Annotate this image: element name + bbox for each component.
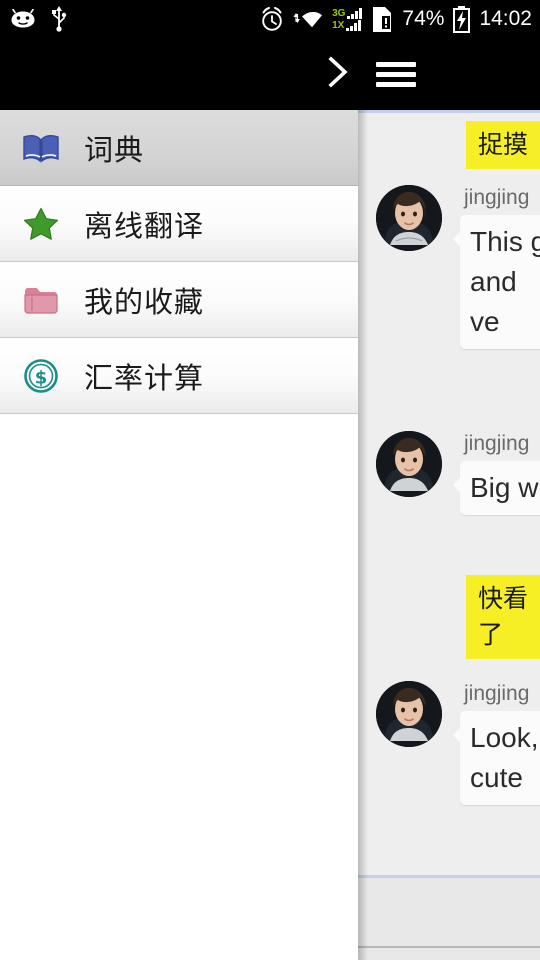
status-bar-left	[10, 6, 68, 32]
bubble-tail	[453, 477, 461, 493]
app-bar	[0, 38, 540, 110]
battery-charging-icon	[453, 5, 471, 33]
chat-bubble[interactable]: Look, cute	[460, 711, 540, 805]
signal-bars-icon: 3G 1X	[332, 7, 363, 31]
signal-bars-1x	[346, 19, 362, 31]
chevron-right-icon	[323, 52, 353, 97]
status-bar-right: 3G 1X 74% 14:02	[260, 5, 532, 33]
chat-message-body: jingjing Look, cute	[453, 681, 540, 805]
svg-text:$: $	[35, 367, 48, 388]
alarm-clock-icon	[260, 6, 284, 32]
chat-sender-name: jingjing	[464, 186, 530, 209]
dollar-circle-icon: $	[20, 355, 62, 397]
chat-bubble-wrap: Big w	[453, 461, 540, 515]
folder-icon	[20, 279, 62, 321]
signal-row-3g: 3G	[332, 7, 363, 19]
sidebar-item-offline-translation[interactable]: 离线翻译	[0, 186, 358, 262]
sidebar-item-favorites[interactable]: 我的收藏	[0, 262, 358, 338]
clock-label: 14:02	[479, 7, 532, 30]
signal-label-3g: 3G	[332, 7, 346, 19]
usb-icon	[50, 6, 68, 32]
hamburger-menu-icon	[376, 57, 416, 92]
sidebar-item-label: 汇率计算	[84, 360, 205, 395]
note-row[interactable]: 捉摸	[465, 121, 540, 169]
bubble-tail	[453, 727, 461, 743]
sidebar-item-label: 我的收藏	[84, 284, 205, 319]
note-bubble[interactable]: 快看 了	[465, 575, 540, 659]
expand-button[interactable]	[310, 38, 366, 110]
navigation-drawer: 词典 离线翻译 我的收藏 $ 汇率计算	[0, 110, 358, 960]
chat-bubble[interactable]: This g and ve	[460, 215, 540, 349]
chat-message-body: jingjing Big w	[453, 431, 540, 515]
note-bubble[interactable]: 捉摸	[465, 121, 540, 169]
sim-card-alert-icon	[371, 6, 393, 33]
chat-message-row[interactable]: jingjing Big w	[376, 431, 540, 515]
chat-message-body: jingjing This g and ve	[453, 185, 540, 349]
chat-sender-name: jingjing	[464, 682, 530, 705]
note-row[interactable]: 快看 了	[465, 575, 540, 659]
drawer-empty-area	[0, 414, 358, 960]
chat-bubble-wrap: Look, cute	[453, 711, 540, 805]
signal-row-1x: 1X	[332, 19, 362, 31]
bubble-tail	[453, 231, 461, 247]
android-head-icon	[10, 9, 36, 29]
sidebar-item-label: 离线翻译	[84, 208, 205, 243]
signal-bars-3g	[347, 7, 363, 19]
battery-percent-label: 74%	[402, 7, 445, 30]
menu-button[interactable]	[366, 38, 426, 110]
signal-label-1x: 1X	[332, 19, 345, 31]
drawer-menu-list: 词典 离线翻译 我的收藏 $ 汇率计算	[0, 110, 358, 414]
avatar[interactable]	[376, 185, 442, 251]
sidebar-item-dictionary[interactable]: 词典	[0, 110, 358, 186]
wifi-icon	[293, 7, 323, 31]
sidebar-item-exchange-rate[interactable]: $ 汇率计算	[0, 338, 358, 414]
chat-message-row[interactable]: jingjing Look, cute	[376, 681, 540, 805]
star-icon	[20, 203, 62, 245]
avatar[interactable]	[376, 681, 442, 747]
open-book-icon	[20, 127, 62, 169]
status-bar: 3G 1X 74% 14:02	[0, 0, 540, 38]
sidebar-item-label: 词典	[84, 132, 145, 167]
chat-bubble[interactable]: Big w	[460, 461, 540, 515]
chat-sender-name: jingjing	[464, 432, 530, 455]
chat-bubble-wrap: This g and ve	[453, 215, 540, 349]
avatar[interactable]	[376, 431, 442, 497]
chat-message-row[interactable]: jingjing This g and ve	[376, 185, 540, 349]
